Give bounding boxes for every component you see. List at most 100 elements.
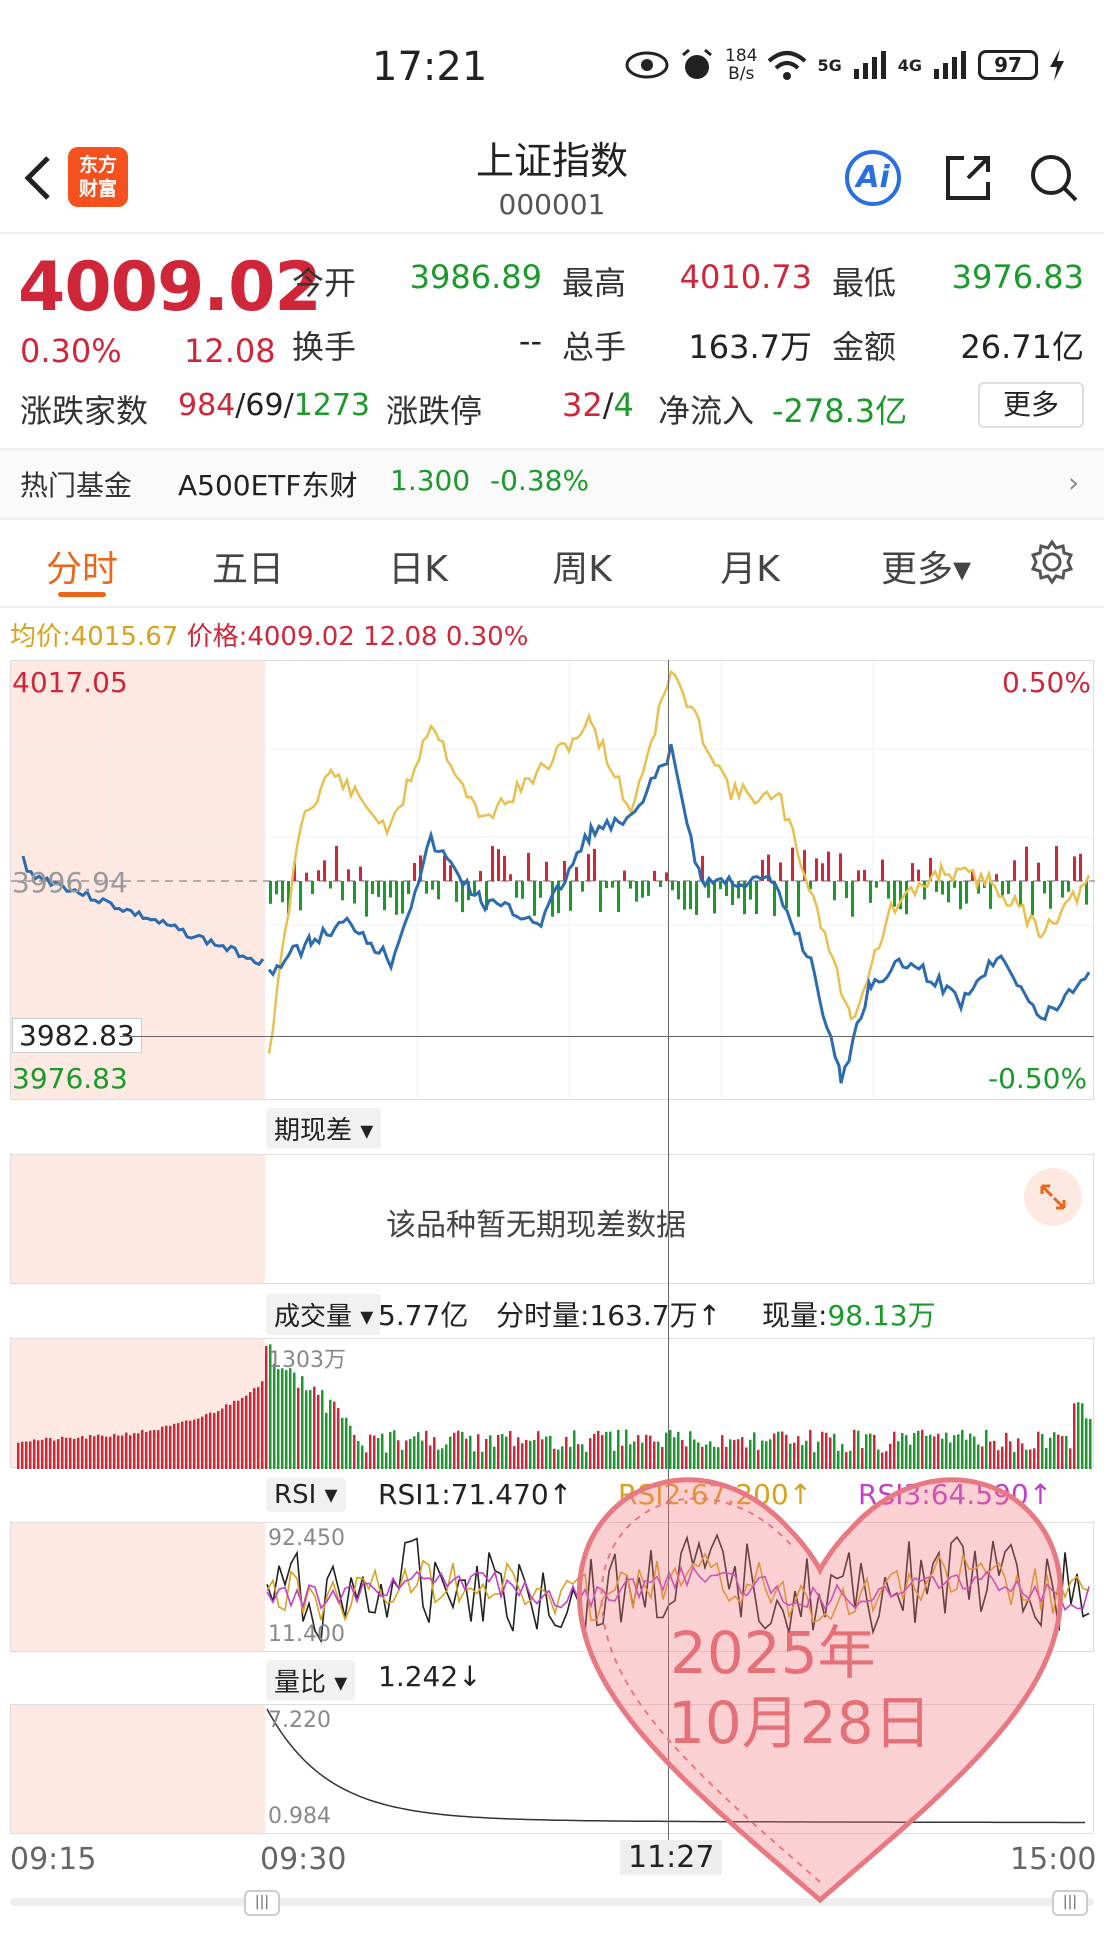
axis-bottom-percent: -0.50% bbox=[988, 1062, 1088, 1095]
volume-bar bbox=[241, 1397, 244, 1469]
volume-bar bbox=[429, 1445, 432, 1469]
hot-fund-price: 1.300 bbox=[390, 464, 471, 497]
flow-bar bbox=[575, 867, 578, 881]
flow-bar bbox=[1037, 862, 1040, 881]
tab-monthly-k[interactable]: 月K bbox=[680, 540, 820, 592]
high-label: 最高 bbox=[562, 264, 627, 302]
volume-bar bbox=[165, 1425, 168, 1469]
volume-bar bbox=[65, 1437, 68, 1469]
volume-bar bbox=[361, 1445, 364, 1469]
volume-bar bbox=[105, 1436, 108, 1469]
flow-bar bbox=[887, 881, 890, 899]
flow-bar bbox=[395, 881, 398, 915]
expand-button[interactable] bbox=[1024, 1168, 1082, 1226]
flow-bar bbox=[923, 881, 926, 900]
flow-bar bbox=[413, 862, 416, 881]
tab-weekly-k[interactable]: 周K bbox=[512, 540, 652, 592]
flow-bar bbox=[1001, 881, 1004, 896]
flow-bar bbox=[311, 881, 314, 895]
flow-bar bbox=[545, 861, 548, 881]
flow-bar bbox=[1055, 846, 1058, 881]
volume-bar bbox=[181, 1421, 184, 1469]
flow-bar bbox=[383, 881, 386, 911]
ai-assistant-button[interactable]: Ai bbox=[845, 150, 901, 206]
flow-bar bbox=[893, 881, 896, 907]
volume-bar bbox=[505, 1436, 508, 1469]
intraday-chart[interactable] bbox=[10, 660, 1095, 1101]
volume-bar bbox=[425, 1430, 428, 1469]
volume-bar bbox=[533, 1439, 536, 1469]
volume-bar bbox=[53, 1440, 56, 1469]
range-handle-left[interactable]: ||| bbox=[244, 1890, 280, 1916]
volume-bar bbox=[1081, 1403, 1084, 1469]
rsi-min: 11.400 bbox=[268, 1622, 345, 1647]
volume-value: 163.7万 bbox=[688, 328, 812, 366]
flow-bar bbox=[647, 881, 650, 896]
tab-intraday[interactable]: 分时 bbox=[12, 540, 152, 592]
flow-bar bbox=[491, 845, 494, 881]
open-value: 3986.89 bbox=[409, 258, 542, 296]
volume-bar bbox=[161, 1426, 164, 1469]
volume-bar bbox=[393, 1430, 396, 1469]
more-button[interactable]: 更多 bbox=[978, 382, 1084, 428]
volume-bar bbox=[345, 1417, 348, 1469]
tab-daily-k[interactable]: 日K bbox=[348, 540, 488, 592]
flow-bar bbox=[827, 851, 830, 881]
gear-icon[interactable] bbox=[1028, 538, 1076, 586]
amount-value: 26.71亿 bbox=[960, 328, 1084, 366]
flow-bar bbox=[323, 860, 326, 881]
flow-bar bbox=[1061, 881, 1064, 898]
volume-bar bbox=[385, 1452, 388, 1469]
flow-bar bbox=[629, 881, 632, 889]
hot-fund-name[interactable]: A500ETF东财 bbox=[178, 464, 358, 504]
flow-bar bbox=[641, 881, 644, 898]
volume-bar bbox=[485, 1438, 488, 1469]
rsi-dropdown[interactable]: RSI ▾ bbox=[266, 1478, 346, 1512]
flow-bar bbox=[737, 881, 740, 899]
volume-bar bbox=[273, 1363, 276, 1469]
volume-bar bbox=[245, 1395, 248, 1469]
flow-bar bbox=[437, 881, 440, 900]
flow-bar bbox=[785, 881, 788, 909]
flow-bar bbox=[515, 881, 518, 898]
volume-bar bbox=[177, 1423, 180, 1469]
flow-bar bbox=[449, 865, 452, 881]
volume-bar bbox=[333, 1401, 336, 1469]
axis-mid-value: 3996.94 bbox=[12, 866, 128, 899]
flow-bar bbox=[653, 870, 656, 881]
flow-bar bbox=[407, 881, 410, 895]
chevron-right-icon[interactable]: › bbox=[1068, 466, 1079, 499]
volume-bar bbox=[169, 1425, 172, 1469]
volume-bar bbox=[405, 1440, 408, 1469]
volume-bar bbox=[349, 1425, 352, 1469]
volume-bar bbox=[25, 1441, 28, 1469]
volume-bar bbox=[69, 1437, 72, 1469]
time-label-0915: 09:15 bbox=[10, 1842, 97, 1877]
share-icon[interactable] bbox=[940, 150, 996, 206]
flow-bar bbox=[335, 845, 338, 881]
flow-bar bbox=[299, 881, 302, 911]
volume-bar bbox=[441, 1448, 444, 1469]
flow-bar bbox=[695, 881, 698, 915]
tab-more[interactable]: 更多▾ bbox=[856, 540, 996, 592]
volume-dropdown[interactable]: 成交量 ▾ bbox=[266, 1294, 382, 1335]
volume-bar bbox=[309, 1389, 312, 1469]
ratio-dropdown[interactable]: 量比 ▾ bbox=[266, 1660, 356, 1701]
volume-bar bbox=[409, 1438, 412, 1469]
volume-bar bbox=[57, 1439, 60, 1469]
volume-bar bbox=[433, 1437, 436, 1469]
volume-bar bbox=[421, 1440, 424, 1469]
breadth-label: 涨跌家数 bbox=[20, 392, 149, 430]
flow-bar bbox=[353, 881, 356, 904]
stamp-date: 10月28日 bbox=[668, 1689, 932, 1757]
volume-bar bbox=[113, 1434, 116, 1469]
hot-fund-change: -0.38% bbox=[490, 464, 590, 497]
flow-bar bbox=[275, 881, 278, 895]
tab-five-day[interactable]: 五日 bbox=[178, 540, 318, 592]
basis-dropdown[interactable]: 期现差 ▾ bbox=[266, 1108, 382, 1149]
volume-bar bbox=[325, 1412, 328, 1469]
volume-bar bbox=[289, 1368, 292, 1469]
flow-bar bbox=[875, 881, 878, 888]
search-icon[interactable] bbox=[1026, 150, 1082, 206]
flow-bar bbox=[1013, 860, 1016, 881]
